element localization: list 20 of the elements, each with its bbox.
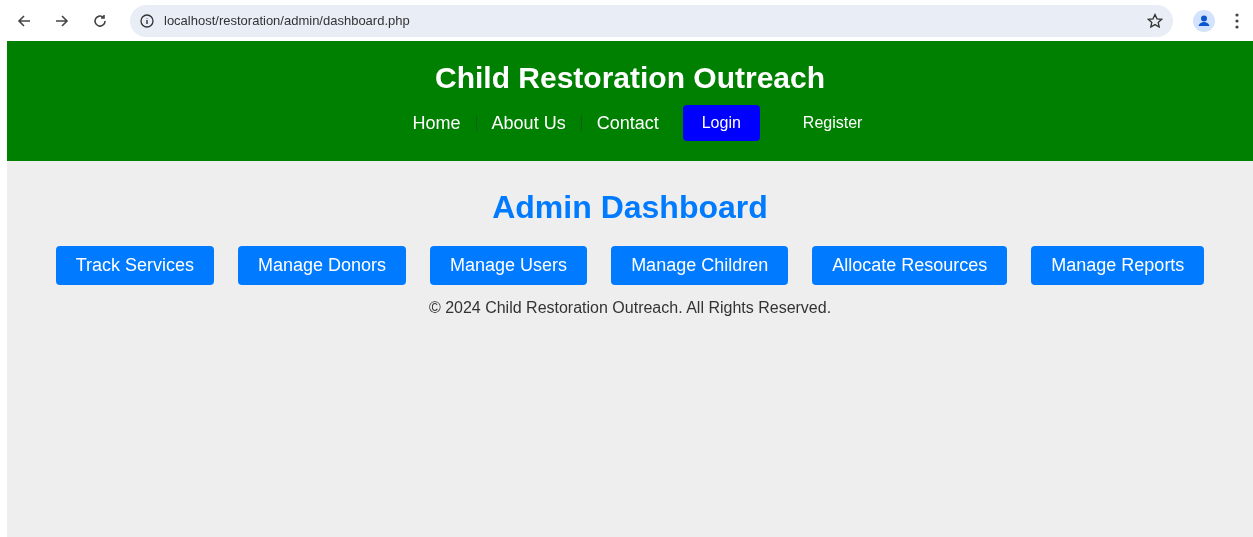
dashboard-button[interactable]: Track Services bbox=[55, 246, 214, 285]
dashboard-button[interactable]: Manage Children bbox=[611, 246, 789, 285]
dashboard-button[interactable]: Manage Donors bbox=[238, 246, 407, 285]
profile-icon[interactable] bbox=[1193, 9, 1215, 32]
page-title: Admin Dashboard bbox=[492, 189, 768, 226]
star-icon[interactable] bbox=[1147, 12, 1163, 29]
nav-link[interactable]: About Us bbox=[475, 115, 581, 131]
nav-link[interactable]: Contact bbox=[580, 115, 674, 131]
url-text: localhost/restoration/admin/dashboard.php bbox=[164, 13, 411, 28]
site-title: Child Restoration Outreach bbox=[434, 61, 825, 95]
nav-link[interactable]: Home bbox=[397, 115, 476, 131]
login-button[interactable]: Login bbox=[682, 105, 760, 141]
nav-link[interactable]: Register bbox=[802, 114, 863, 132]
dashboard-button[interactable]: Allocate Resources bbox=[812, 246, 1008, 285]
address-bar[interactable]: localhost/restoration/admin/dashboard.php bbox=[130, 4, 1173, 37]
dashboard-button[interactable]: Manage Users bbox=[430, 246, 588, 285]
copyright-text: © 2024 Child Restoration Outreach. All Rights Reserved. bbox=[428, 299, 832, 317]
menu-icon[interactable] bbox=[1235, 12, 1239, 29]
dashboard-button[interactable]: Manage Reports bbox=[1031, 246, 1205, 285]
info-icon[interactable] bbox=[140, 13, 154, 28]
